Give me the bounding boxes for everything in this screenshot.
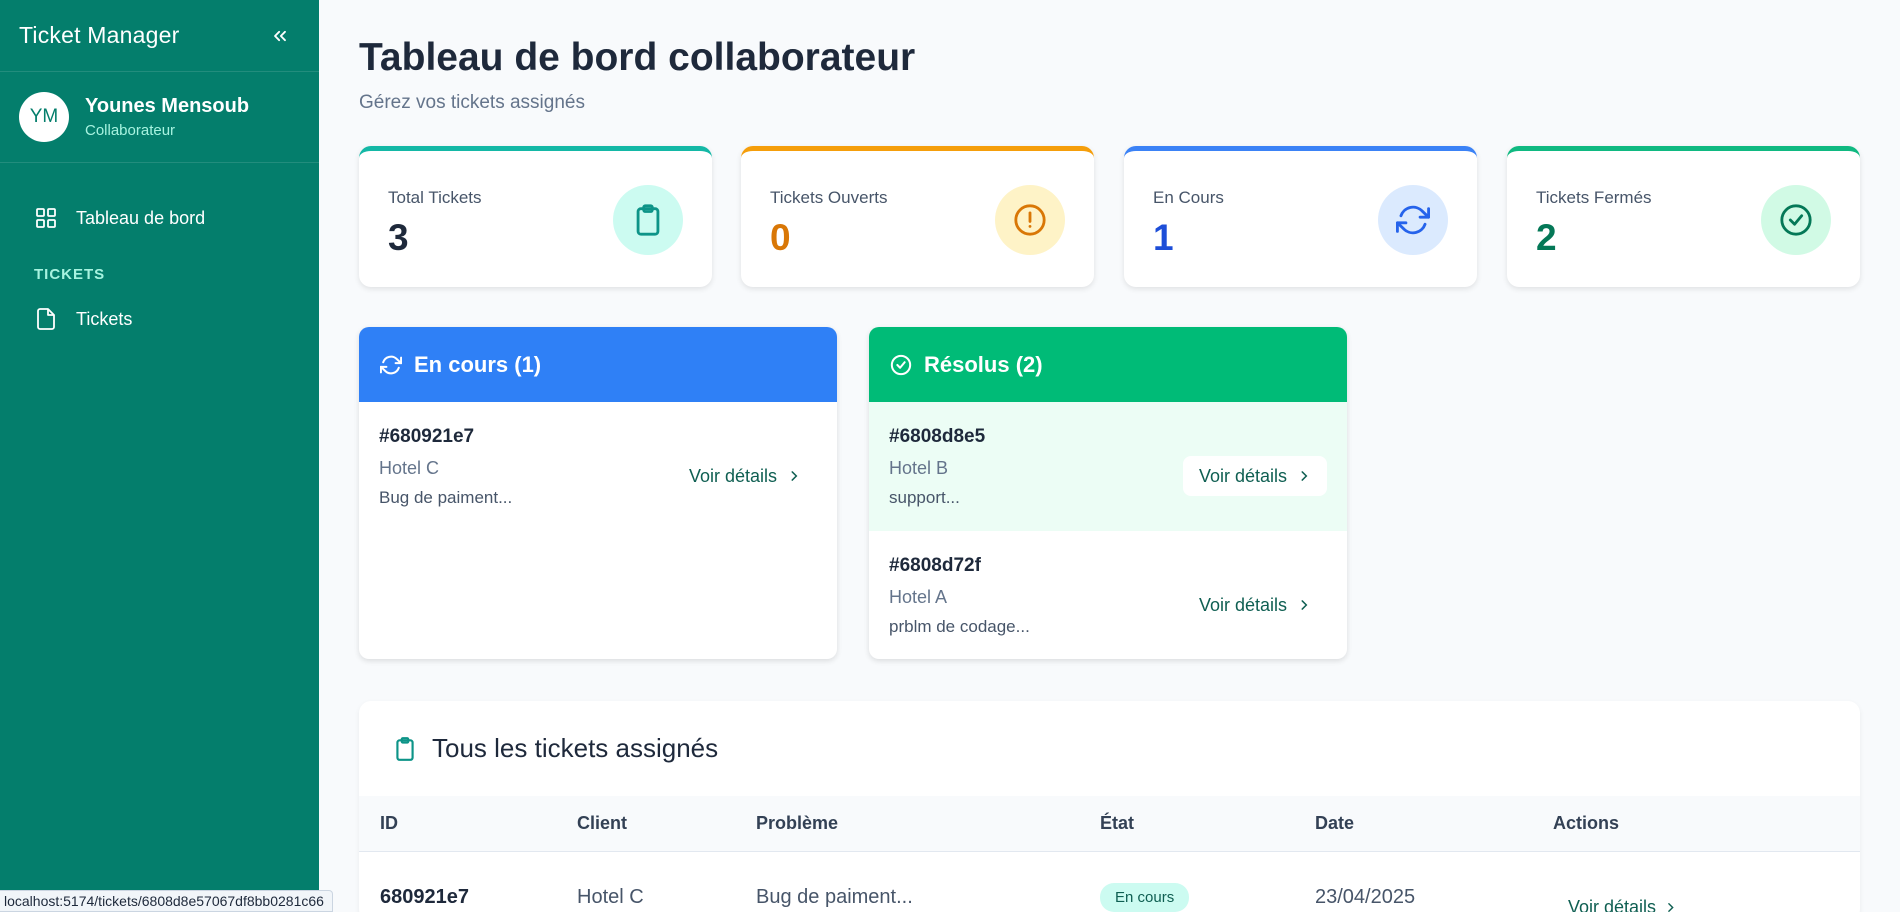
sidebar: Ticket Manager YM Younes Mensoub Collabo… [0,0,319,912]
view-details-link[interactable]: Voir détails [1182,456,1327,496]
view-details-label: Voir détails [1198,465,1287,486]
list-item: #680921e7 Hotel C Bug de paiment... Voir… [359,402,837,531]
column-header-state: État [1100,813,1135,833]
column-header-id: ID [380,813,398,833]
refresh-icon [380,355,402,374]
sidebar-item-label: Tickets [76,308,133,329]
table-row: 680921e7 Hotel C Bug de paiment... En co… [359,852,1860,912]
cell-client: Hotel C [577,885,644,908]
app-title: Ticket Manager [19,22,180,48]
chevron-right-icon [791,471,798,481]
panel-header: Résolus (2) [869,327,1347,402]
column-header-date: Date [1315,813,1355,833]
sidebar-nav: Tableau de bord TICKETS Tickets [0,163,319,347]
stat-value: 3 [388,217,409,258]
list-item: #6808d72f Hotel A prblm de codage... Voi… [869,531,1347,659]
view-details-link[interactable]: Voir détails [1553,897,1677,912]
sidebar-header: Ticket Manager [0,0,319,72]
collapse-sidebar-button[interactable] [269,25,291,47]
chevron-right-icon [1301,600,1308,610]
refresh-icon [1378,185,1448,255]
check-circle-icon [1761,185,1831,255]
in-progress-panel: En cours (1) #680921e7 Hotel C Bug de pa… [359,327,837,659]
main-content: Tableau de bord collaborateur Gérez vos … [319,0,1900,912]
list-item: #6808d8e5 Hotel B support... Voir détail… [869,402,1347,531]
clipboard-icon [613,185,683,255]
stat-label: Total Tickets [388,188,482,207]
page-title: Tableau de bord collaborateur [359,36,916,79]
panel-title: Résolus (2) [924,351,1043,377]
table-header: Tous les tickets assignés [359,701,1860,796]
stat-label: Tickets Fermés [1536,188,1652,207]
chevron-right-icon [1301,471,1308,481]
stat-value: 0 [770,217,791,258]
resolved-panel: Résolus (2) #6808d8e5 Hotel B support...… [869,327,1347,659]
column-header-problem: Problème [756,813,839,833]
stat-card-open: Tickets Ouverts 0 [741,146,1094,287]
user-profile: YM Younes Mensoub Collaborateur [0,72,319,163]
stat-card-total: Total Tickets 3 [359,146,712,287]
sidebar-item-label: Tableau de bord [76,207,206,228]
stat-label: Tickets Ouverts [770,188,888,207]
panel-title: En cours (1) [414,351,542,377]
check-circle-icon [890,354,912,375]
cell-actions: Voir détails [1553,875,1860,912]
stat-card-in-progress: En Cours 1 [1124,146,1477,287]
cell-state: En cours [1100,882,1315,912]
table-head-row: ID Client Problème État Date Actions [359,796,1860,852]
view-details-link[interactable]: Voir détails [673,456,817,496]
chevrons-left-icon [274,30,286,41]
cell-problem: Bug de paiment... [756,885,913,908]
user-role: Collaborateur [85,122,176,139]
view-details-label: Voir détails [688,465,777,486]
assigned-tickets-table: Tous les tickets assignés ID Client Prob… [359,701,1860,912]
status-badge: En cours [1100,882,1190,912]
stat-card-closed: Tickets Fermés 2 [1507,146,1860,287]
grid-icon [36,208,56,228]
browser-status-url: localhost:5174/tickets/6808d8e57067df8bb… [0,890,333,912]
ticket-id: #6808d8e5 [889,426,986,447]
column-header-actions: Actions [1553,813,1620,833]
file-icon [37,308,55,330]
user-name: Younes Mensoub [85,95,250,117]
cell-date: 23/04/2025 [1315,885,1416,908]
panel-header: En cours (1) [359,327,837,402]
view-details-label: Voir détails [1198,594,1287,615]
sidebar-item-tickets[interactable]: Tickets [0,291,319,347]
alert-circle-icon [995,185,1065,255]
clipboard-icon [396,736,414,761]
chevron-right-icon [1668,903,1674,912]
ticket-id: #680921e7 [379,426,475,447]
avatar: YM [19,92,69,142]
view-details-link[interactable]: Voir détails [1183,585,1327,625]
cell-id: 680921e7 [380,885,469,908]
table-title: Tous les tickets assignés [432,733,719,763]
column-header-client: Client [577,813,628,833]
stat-value: 1 [1153,217,1174,258]
page-subtitle: Gérez vos tickets assignés [359,92,585,113]
sidebar-item-dashboard[interactable]: Tableau de bord [0,190,319,246]
view-details-label: Voir détails [1568,897,1657,912]
stat-label: En Cours [1153,188,1224,207]
stat-value: 2 [1536,217,1557,258]
ticket-id: #6808d72f [889,555,981,576]
sidebar-section-title: TICKETS [34,266,106,283]
